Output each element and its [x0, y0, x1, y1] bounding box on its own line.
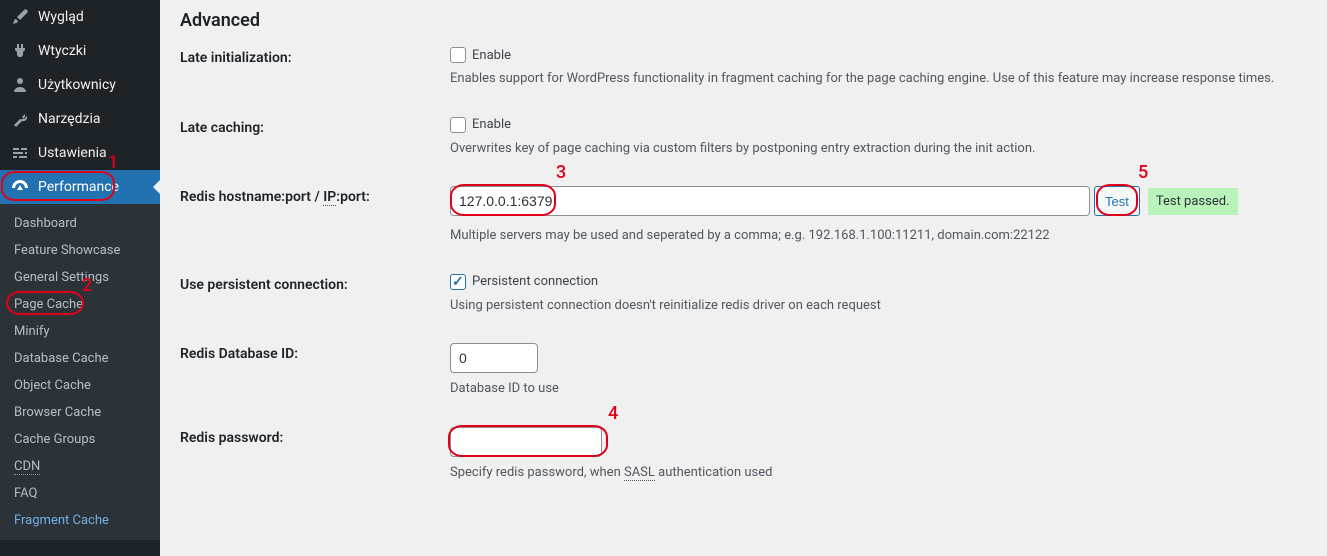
redis-pw-input[interactable] — [450, 427, 602, 457]
row-persistent: Use persistent connection: Persistent co… — [180, 274, 1327, 316]
sidebar-item-performance[interactable]: Performance — [0, 170, 160, 204]
sub-cache-groups[interactable]: Cache Groups — [0, 426, 160, 453]
main-content: Advanced Late initialization: Enable Ena… — [160, 0, 1327, 556]
sidebar-label: Wygląd — [38, 9, 84, 25]
sub-feature-showcase[interactable]: Feature Showcase — [0, 237, 160, 264]
sidebar-item-settings[interactable]: Ustawienia — [0, 136, 160, 170]
late-init-help: Enables support for WordPress functional… — [450, 69, 1327, 89]
redis-db-help: Database ID to use — [450, 379, 1327, 399]
late-caching-label: Late caching: — [180, 117, 450, 136]
persistent-checkbox-label: Persistent connection — [472, 274, 598, 289]
sidebar-label: Użytkownicy — [38, 77, 116, 93]
sidebar-label: Narzędzia — [38, 111, 100, 127]
performance-submenu: Dashboard Feature Showcase General Setti… — [0, 204, 160, 540]
sub-general-settings[interactable]: General Settings — [0, 264, 160, 291]
sliders-icon — [10, 143, 30, 163]
late-caching-checkbox[interactable] — [450, 117, 466, 133]
sub-page-cache[interactable]: Page Cache — [0, 291, 160, 318]
late-init-label: Late initialization: — [180, 47, 450, 66]
redis-test-button[interactable]: Test — [1094, 186, 1140, 216]
sidebar-item-users[interactable]: Użytkownicy — [0, 68, 160, 102]
annotation-number-3: 3 — [556, 162, 566, 183]
sidebar-item-appearance[interactable]: Wygląd — [0, 0, 160, 34]
persistent-help: Using persistent connection doesn't rein… — [450, 296, 1327, 316]
late-caching-checkbox-label: Enable — [472, 117, 511, 132]
redis-host-input[interactable] — [450, 186, 1090, 216]
annotation-number-4: 4 — [608, 403, 618, 424]
late-init-checkbox[interactable] — [450, 47, 466, 63]
late-init-checkbox-wrap[interactable]: Enable — [450, 47, 1327, 63]
sub-faq[interactable]: FAQ — [0, 480, 160, 507]
sub-dashboard[interactable]: Dashboard — [0, 210, 160, 237]
row-redis-pw: Redis password: Specify redis password, … — [180, 427, 1327, 483]
persistent-checkbox-wrap[interactable]: Persistent connection — [450, 274, 1327, 290]
row-late-caching: Late caching: Enable Overwrites key of p… — [180, 117, 1327, 159]
sub-cdn[interactable]: CDN — [0, 453, 160, 480]
admin-sidebar: Wygląd Wtyczki Użytkownicy Narzędzia Ust… — [0, 0, 160, 556]
wrench-icon — [10, 109, 30, 129]
row-redis-host: Redis hostname:port / IP:port: Test Test… — [180, 186, 1327, 246]
sub-fragment-cache[interactable]: Fragment Cache — [0, 507, 160, 534]
sidebar-item-plugins[interactable]: Wtyczki — [0, 34, 160, 68]
sub-database-cache[interactable]: Database Cache — [0, 345, 160, 372]
row-redis-db: Redis Database ID: Database ID to use — [180, 343, 1327, 399]
persistent-checkbox[interactable] — [450, 274, 466, 290]
sub-minify[interactable]: Minify — [0, 318, 160, 345]
redis-host-label: Redis hostname:port / IP:port: — [180, 186, 450, 205]
brush-icon — [10, 7, 30, 27]
redis-db-input[interactable] — [450, 343, 538, 373]
late-init-checkbox-label: Enable — [472, 48, 511, 63]
redis-pw-help: Specify redis password, when SASL authen… — [450, 463, 1327, 483]
sub-object-cache[interactable]: Object Cache — [0, 372, 160, 399]
sub-browser-cache[interactable]: Browser Cache — [0, 399, 160, 426]
row-late-init: Late initialization: Enable Enables supp… — [180, 47, 1327, 89]
persistent-label: Use persistent connection: — [180, 274, 450, 293]
redis-host-help: Multiple servers may be used and seperat… — [450, 226, 1327, 246]
sidebar-label: Ustawienia — [38, 145, 107, 161]
late-caching-checkbox-wrap[interactable]: Enable — [450, 117, 1327, 133]
section-title: Advanced — [180, 0, 1327, 47]
annotation-number-5: 5 — [1138, 162, 1148, 183]
user-icon — [10, 75, 30, 95]
redis-pw-label: Redis password: — [180, 427, 450, 446]
gauge-icon — [10, 177, 30, 197]
redis-db-label: Redis Database ID: — [180, 343, 450, 362]
redis-test-status: Test passed. — [1148, 188, 1238, 215]
sidebar-label: Performance — [38, 179, 119, 195]
late-caching-help: Overwrites key of page caching via custo… — [450, 139, 1327, 159]
plug-icon — [10, 41, 30, 61]
sidebar-label: Wtyczki — [38, 43, 86, 59]
sidebar-item-tools[interactable]: Narzędzia — [0, 102, 160, 136]
